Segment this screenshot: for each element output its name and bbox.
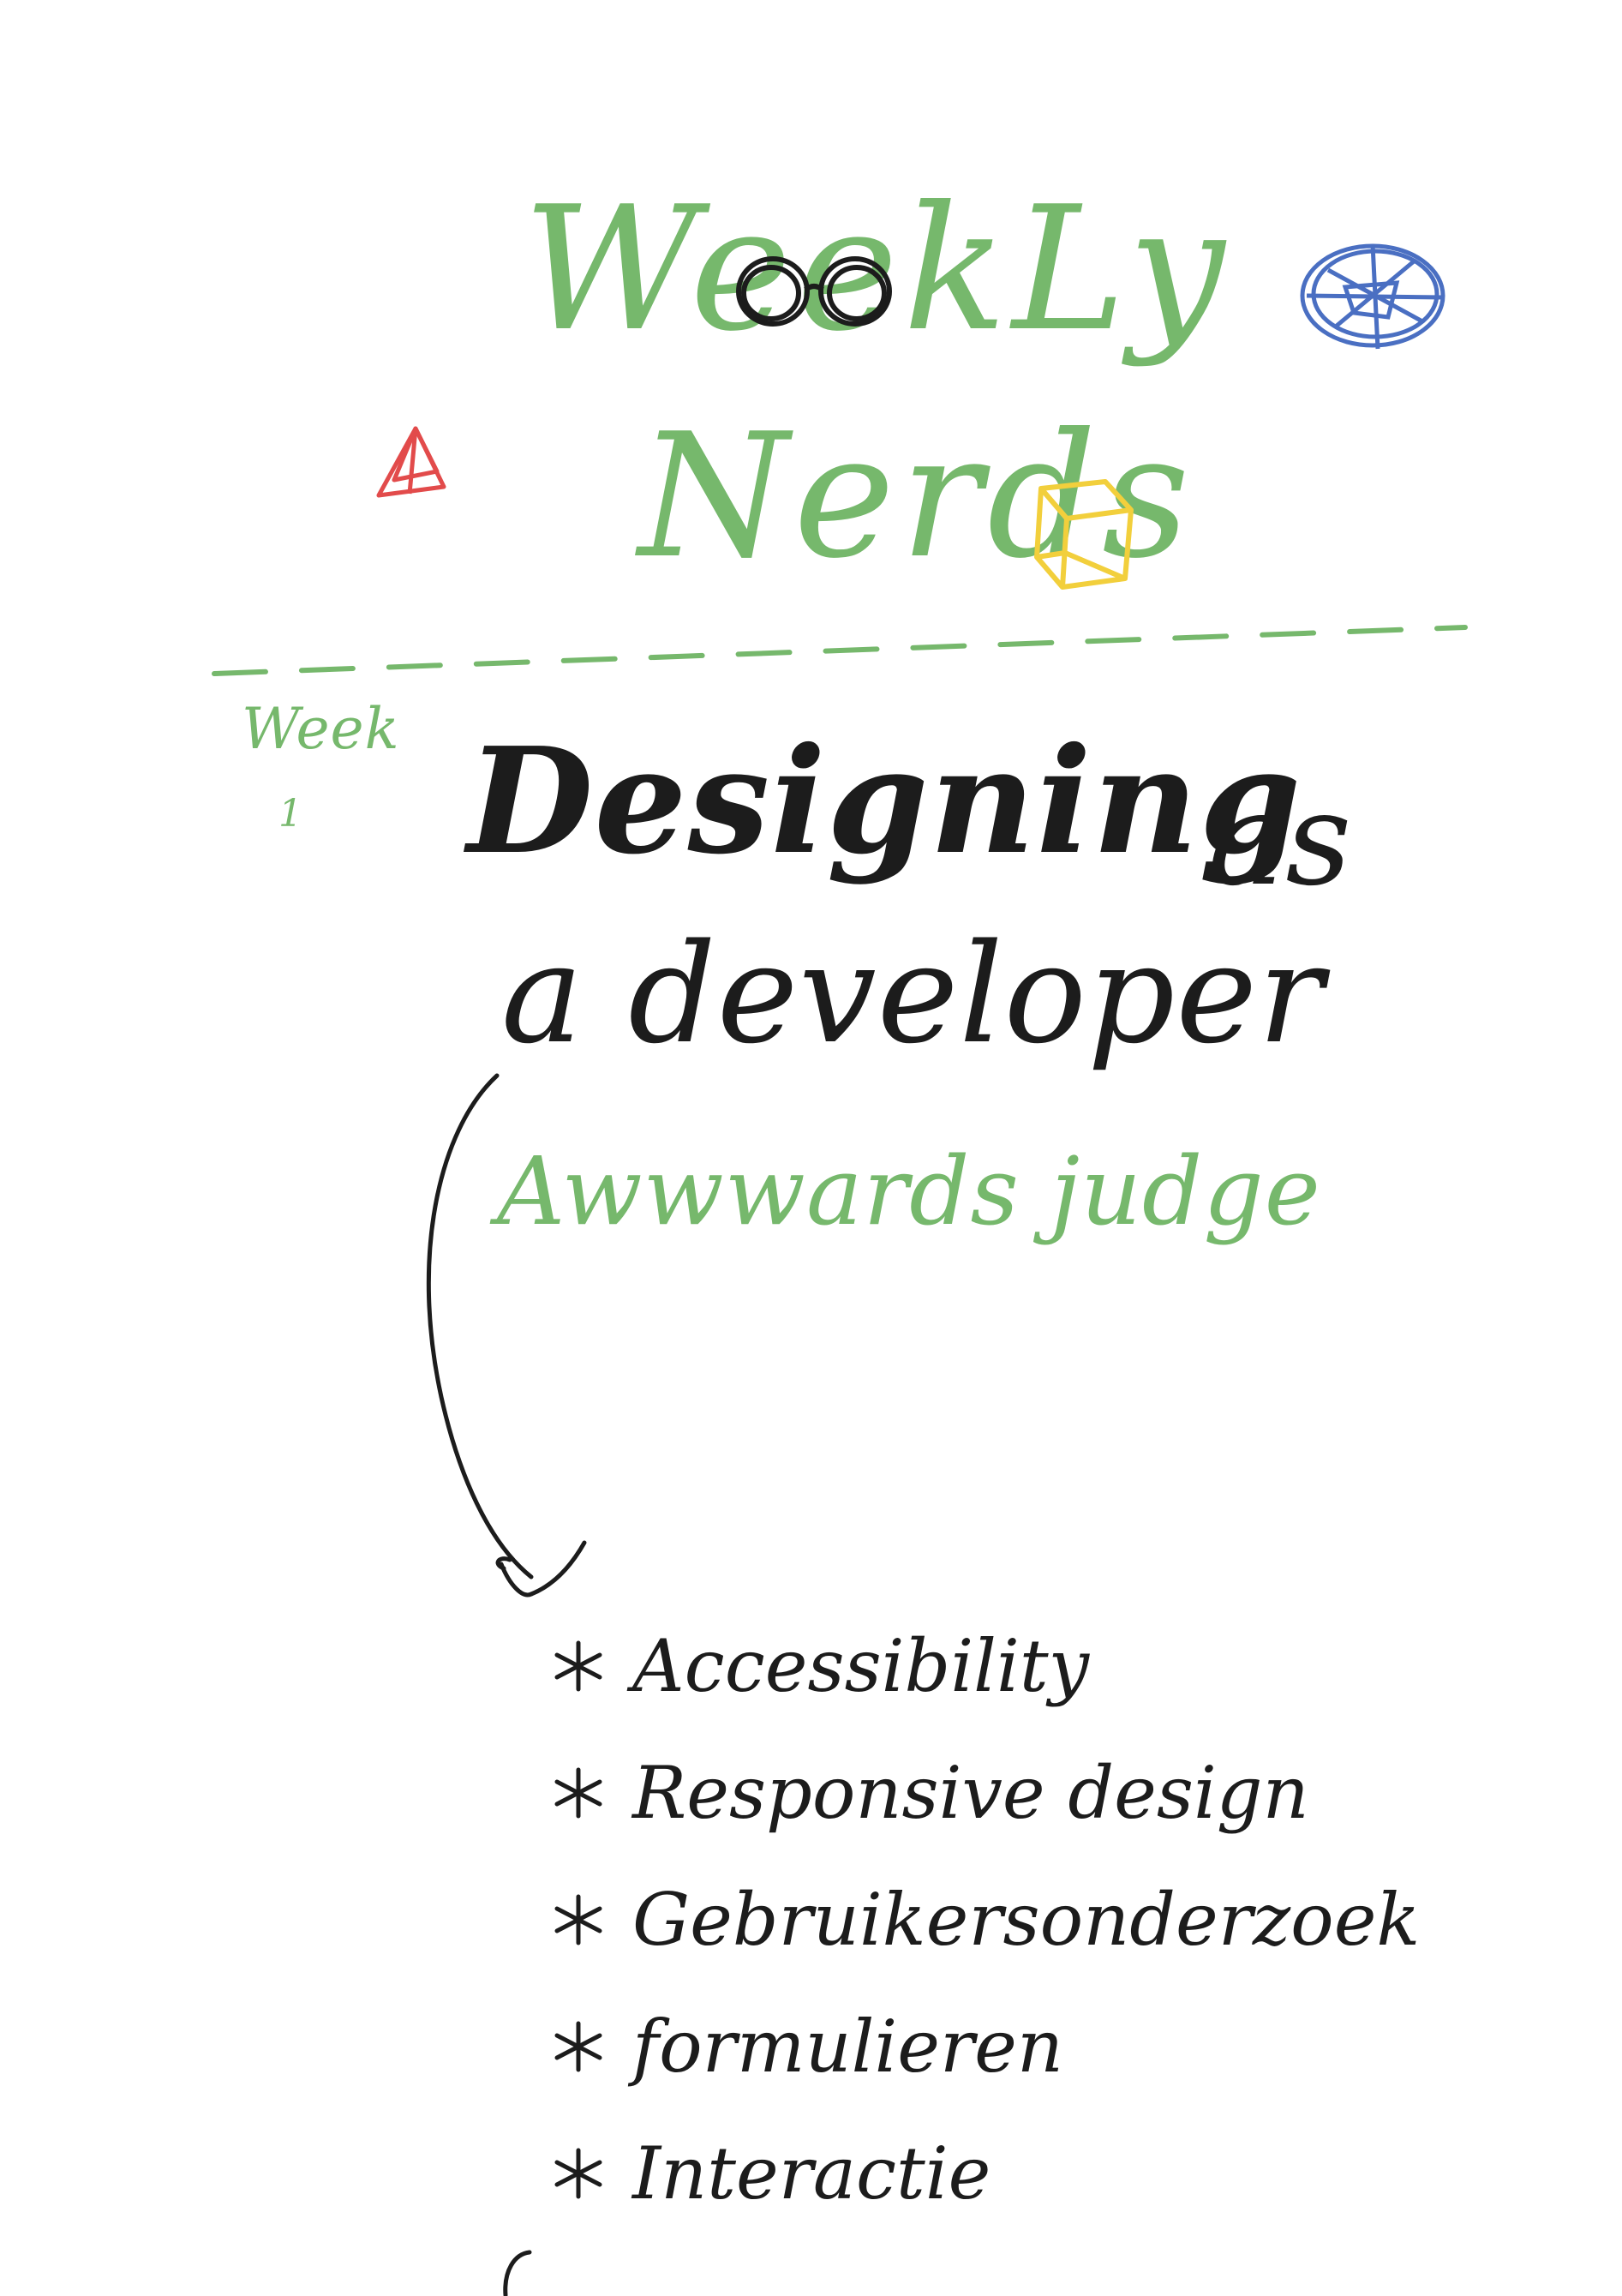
- week-number: 1: [278, 792, 303, 836]
- glasses-icon: [736, 256, 892, 327]
- asterisk-bullet-icon: [554, 1640, 602, 1692]
- notebook-page: WeekLy Nerds Week 1 Designing as a devel…: [0, 0, 1622, 2296]
- list-item: Interactie: [548, 2110, 1420, 2237]
- list-item: Accessibility: [548, 1603, 1420, 1729]
- topic-label: Interactie: [632, 2131, 991, 2215]
- cube-icon: [1034, 479, 1134, 590]
- asterisk-bullet-icon: [554, 2021, 602, 2072]
- dashed-divider: [212, 625, 1468, 676]
- atom-icon: [1300, 243, 1445, 350]
- heading-designing: Designing: [467, 716, 1302, 887]
- trailing-stroke: [503, 2250, 532, 2296]
- pyramid-icon: [376, 426, 446, 498]
- topic-label: Responsive design: [632, 1751, 1309, 1835]
- subheading: Awwwards judge: [497, 1136, 1321, 1246]
- heading-a-developer: a developer: [501, 914, 1325, 1074]
- curved-arrow: [426, 1073, 587, 1598]
- list-item: Gebruikersonderzoek: [548, 1856, 1420, 1983]
- heading-as: as: [1208, 765, 1353, 914]
- topic-label: formulieren: [632, 2005, 1063, 2089]
- asterisk-bullet-icon: [554, 2148, 602, 2199]
- topic-label: Gebruikersonderzoek: [632, 1878, 1421, 1962]
- asterisk-bullet-icon: [554, 1894, 602, 1945]
- list-item: formulieren: [548, 1983, 1420, 2110]
- topic-list: Accessibility Responsive design Gebruike…: [548, 1603, 1420, 2237]
- topic-label: Accessibility: [632, 1624, 1090, 1708]
- asterisk-bullet-icon: [554, 1767, 602, 1819]
- week-label: Week: [242, 696, 400, 762]
- list-item: Responsive design: [548, 1729, 1420, 1856]
